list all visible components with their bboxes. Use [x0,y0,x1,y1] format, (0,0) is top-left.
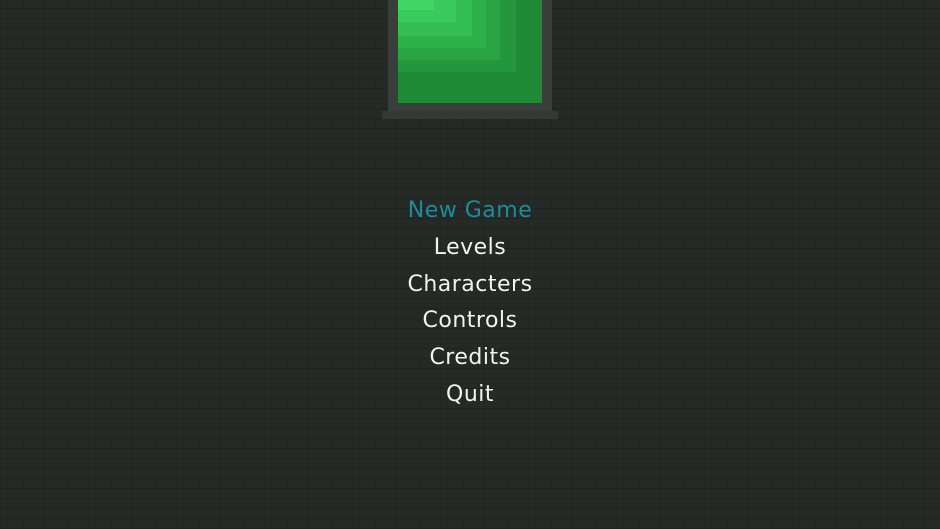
menu-item-new-game[interactable]: New Game [408,193,532,230]
emblem-green-panel [398,0,542,103]
menu-item-credits[interactable]: Credits [429,340,510,377]
emblem-step [398,0,434,10]
main-menu: New Game Levels Characters Controls Cred… [0,193,940,414]
menu-item-controls[interactable]: Controls [423,303,518,340]
game-logo-emblem [382,0,558,119]
menu-item-quit[interactable]: Quit [446,377,494,414]
emblem-base [382,111,558,119]
menu-item-characters[interactable]: Characters [407,267,532,304]
menu-item-levels[interactable]: Levels [434,230,507,267]
